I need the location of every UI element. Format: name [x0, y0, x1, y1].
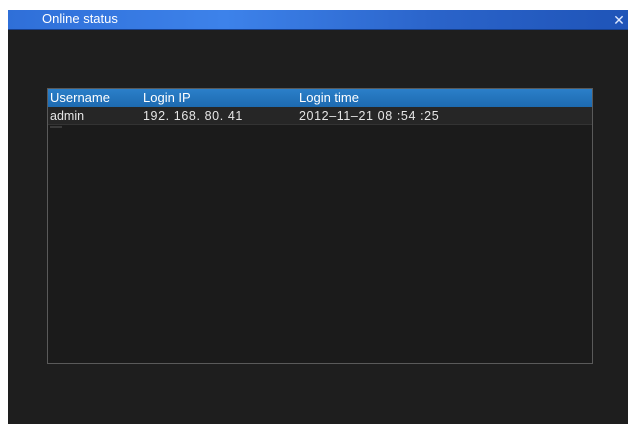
close-icon[interactable]: ✕: [610, 11, 628, 29]
cell-login-ip: 192. 168. 80. 41: [143, 109, 243, 123]
cell-username: admin: [50, 109, 85, 123]
row-focus-marker: [50, 126, 62, 128]
column-header-username[interactable]: Username: [50, 90, 110, 106]
table-header: Username Login IP Login time: [48, 89, 592, 107]
table-row[interactable]: admin 192. 168. 80. 41 2012–11–21 08 :54…: [48, 107, 592, 125]
online-users-table: Username Login IP Login time admin 192. …: [47, 88, 593, 364]
column-header-login-time[interactable]: Login time: [299, 90, 359, 106]
title-bar: Online status ✕: [8, 10, 628, 30]
column-header-login-ip[interactable]: Login IP: [143, 90, 191, 106]
cell-login-time: 2012–11–21 08 :54 :25: [299, 109, 440, 123]
window-content: Username Login IP Login time admin 192. …: [8, 30, 628, 424]
online-status-window: Online status ✕ Username Login IP Login …: [8, 10, 628, 424]
window-title: Online status: [42, 11, 118, 26]
